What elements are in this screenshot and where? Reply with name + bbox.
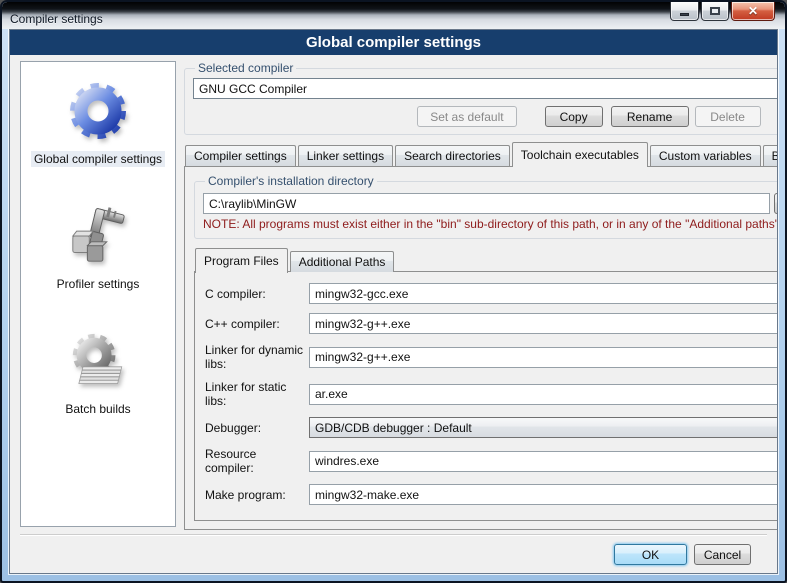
caption-buttons: ✕ [670,2,775,21]
form-row: Make program: ... [205,484,778,505]
footer: OK Cancel [20,544,767,565]
page-title: Global compiler settings [10,30,777,55]
tab-compiler-settings[interactable]: Compiler settings [185,145,296,166]
set-as-default-button[interactable]: Set as default [417,106,516,127]
toolchain-executables-panel: Compiler's installation directory ... Au… [184,166,778,530]
compiler-tabs: Compiler settings Linker settings Search… [184,142,778,166]
selected-compiler-legend: Selected compiler [195,61,296,75]
tab-custom-variables[interactable]: Custom variables [650,145,761,166]
installation-directory-input[interactable] [203,193,770,214]
dynamic-linker-label: Linker for dynamic libs: [205,343,305,371]
c-compiler-label: C compiler: [205,287,305,301]
subtab-program-files[interactable]: Program Files [195,248,288,273]
installation-directory-group: Compiler's installation directory ... Au… [194,174,778,239]
sidebar-item-global-compiler-settings[interactable]: Global compiler settings [31,78,165,167]
installation-directory-browse-button[interactable]: ... [774,193,778,214]
form-row: Debugger: GDB/CDB debugger : Default [205,417,778,438]
main-panel: Selected compiler GNU GCC Compiler Set a… [184,61,778,527]
static-linker-input[interactable] [309,384,778,405]
sidebar-item-label: Global compiler settings [31,151,165,167]
maximize-button[interactable] [701,2,729,21]
static-linker-label: Linker for static libs: [205,380,305,408]
tab-toolchain-executables[interactable]: Toolchain executables [512,142,648,167]
tab-search-directories[interactable]: Search directories [395,145,510,166]
resource-compiler-input[interactable] [309,451,778,472]
c-compiler-input[interactable] [309,283,778,304]
form-row: C++ compiler: ... [205,313,778,334]
compiler-settings-window: Compiler settings ✕ Global compiler sett… [0,0,787,583]
gray-gear-stack-icon [65,328,131,394]
footer-divider [20,534,767,536]
program-files-panel: C compiler: ... C++ compiler: [194,271,778,521]
selected-compiler-group: Selected compiler GNU GCC Compiler Set a… [184,61,778,135]
dialog-body: Global compiler settings [10,55,777,573]
installation-directory-legend: Compiler's installation directory [205,174,377,188]
cancel-button[interactable]: Cancel [694,544,751,565]
program-subtabs: Program Files Additional Paths [194,248,778,272]
delete-button[interactable]: Delete [695,106,761,127]
make-program-input[interactable] [309,484,778,505]
form-row: Linker for dynamic libs: ... [205,343,778,371]
form-row: C compiler: ... [205,283,778,304]
copy-button[interactable]: Copy [545,106,603,127]
bin-subdirectory-note: NOTE: All programs must exist either in … [203,217,778,231]
tab-build-options[interactable]: Build options [763,145,778,166]
settings-category-list: Global compiler settings [20,61,176,527]
ok-button[interactable]: OK [614,544,687,565]
minimize-button[interactable] [670,2,699,21]
compiler-select[interactable]: GNU GCC Compiler [193,78,778,99]
sidebar-item-profiler-settings[interactable]: Profiler settings [54,203,143,292]
close-button[interactable]: ✕ [731,2,775,21]
sidebar-item-batch-builds[interactable]: Batch builds [62,328,133,417]
form-row: Linker for static libs: ... [205,380,778,408]
subtab-additional-paths[interactable]: Additional Paths [290,251,395,272]
resource-compiler-label: Resource compiler: [205,447,305,475]
debugger-select-value: GDB/CDB debugger : Default [315,421,472,435]
compiler-select-value: GNU GCC Compiler [199,82,307,96]
debugger-select[interactable]: GDB/CDB debugger : Default [309,417,778,438]
cpp-compiler-label: C++ compiler: [205,317,305,331]
make-program-label: Make program: [205,488,305,502]
maximize-icon [710,7,720,15]
sidebar-item-label: Batch builds [62,401,133,417]
dynamic-linker-input[interactable] [309,347,778,368]
tab-linker-settings[interactable]: Linker settings [298,145,393,166]
close-icon: ✕ [748,4,758,18]
caliper-icon [65,203,131,269]
rename-button[interactable]: Rename [611,106,689,127]
window-title: Compiler settings [10,12,103,26]
form-row: Resource compiler: ... [205,447,778,475]
titlebar: Compiler settings ✕ [2,2,785,29]
cpp-compiler-input[interactable] [309,313,778,334]
minimize-icon [680,13,689,16]
sidebar-item-label: Profiler settings [54,276,143,292]
dialog-client-area: Global compiler settings [9,29,778,574]
blue-gear-icon [65,78,131,144]
debugger-label: Debugger: [205,421,305,435]
